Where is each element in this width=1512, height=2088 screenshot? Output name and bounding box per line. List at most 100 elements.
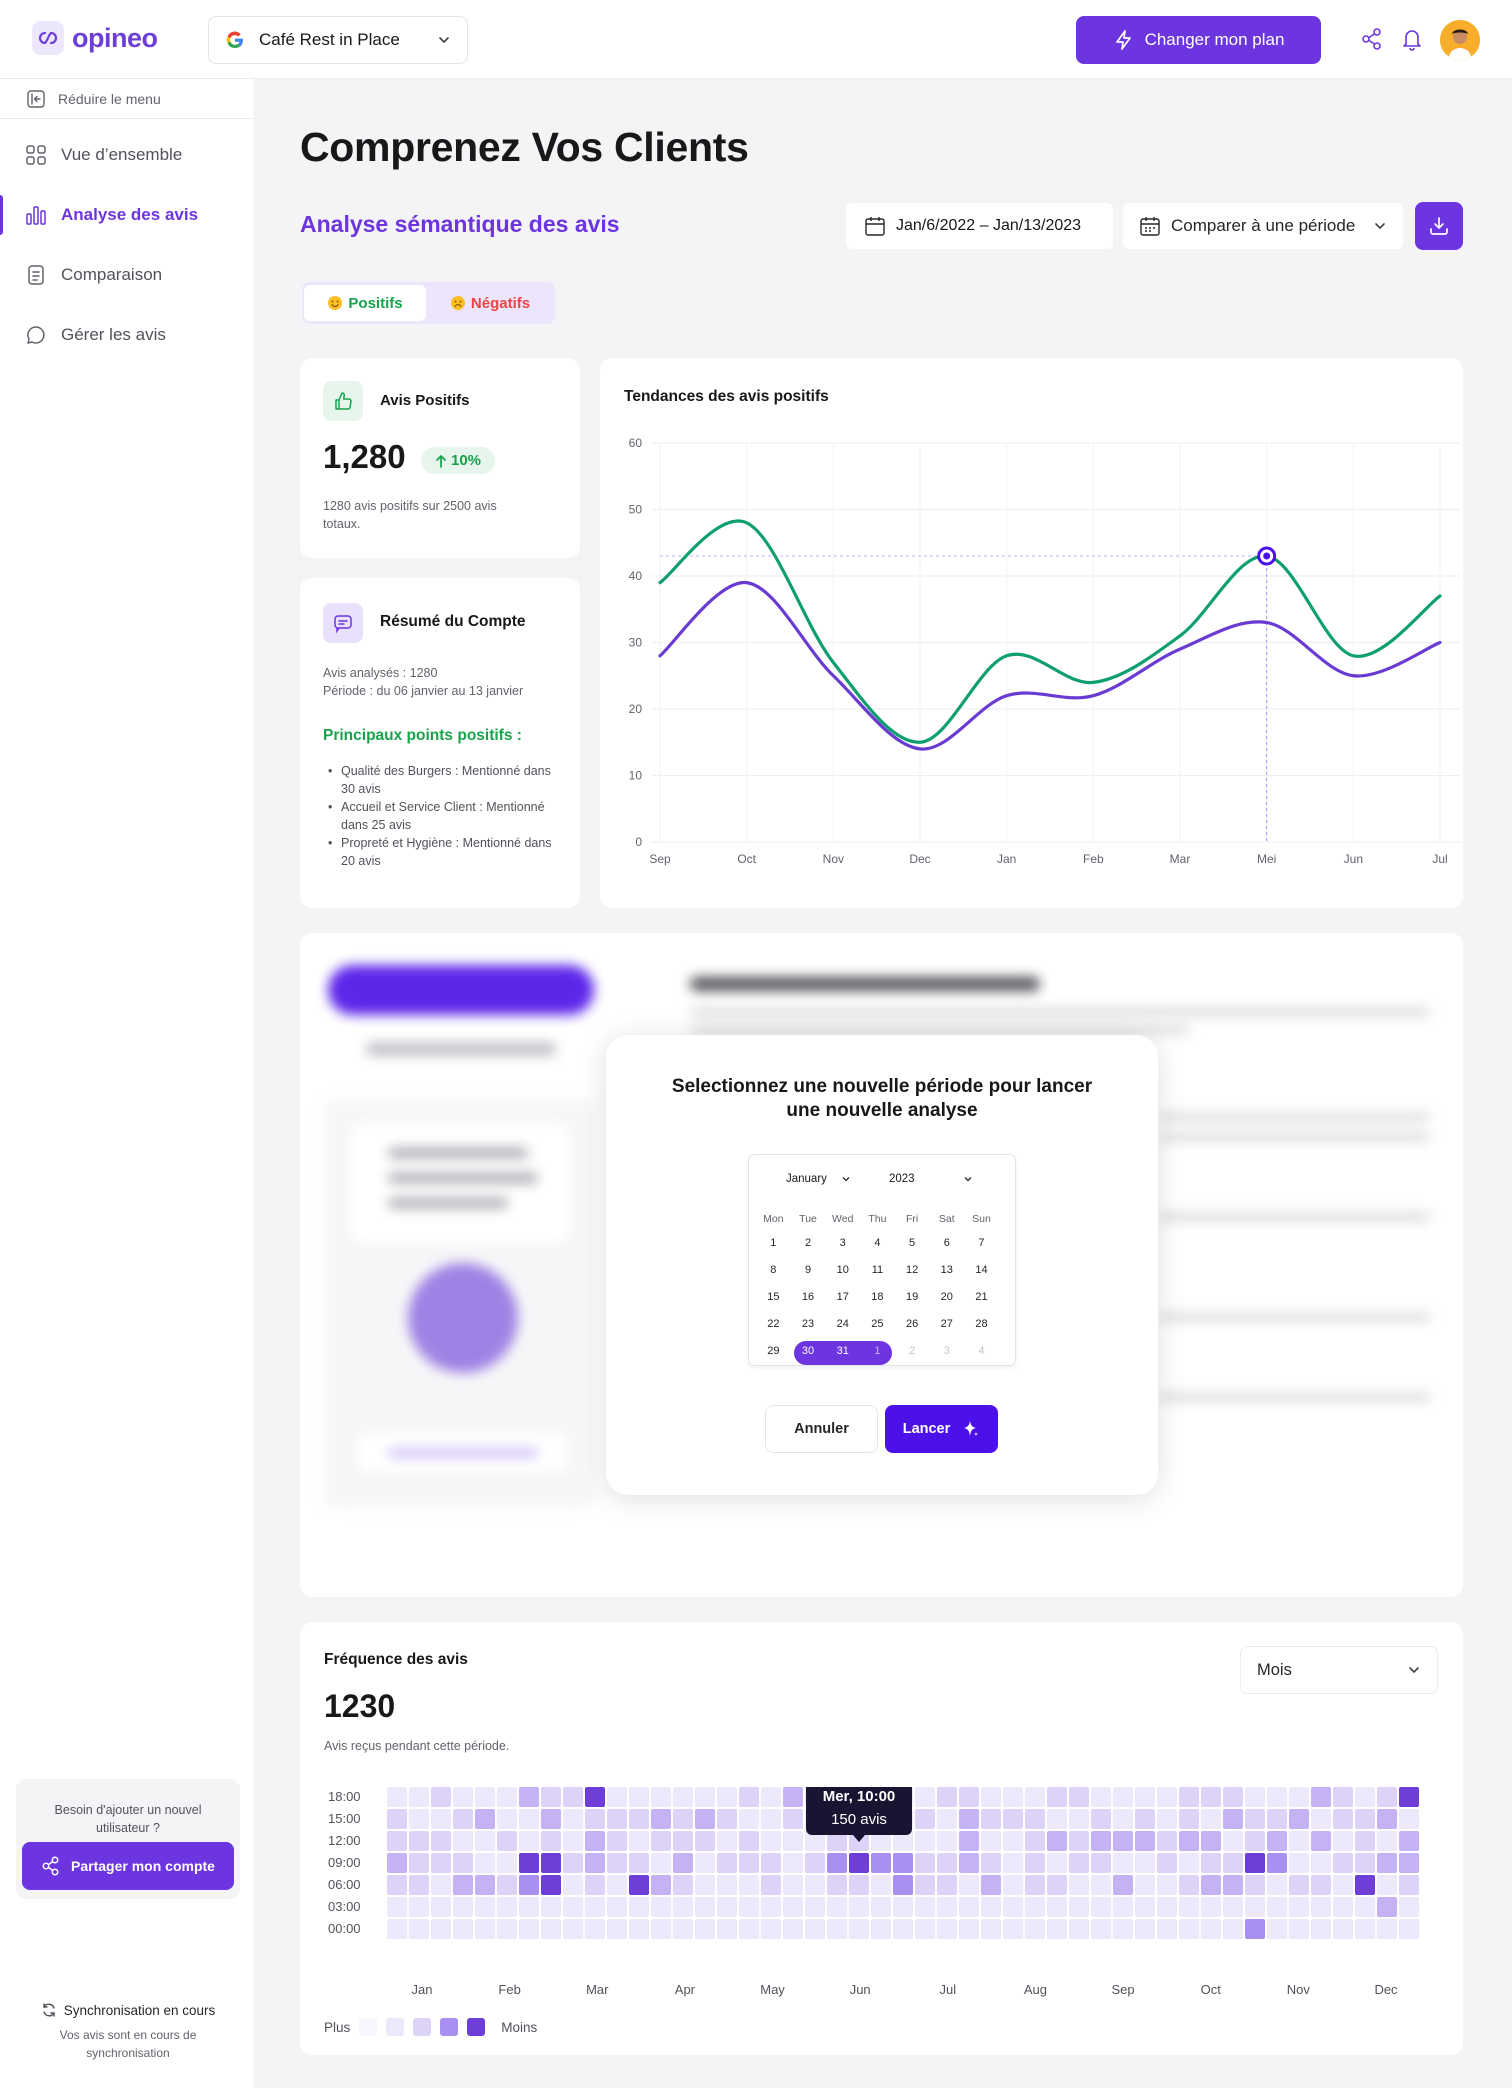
heatmap-cell[interactable] bbox=[1333, 1897, 1353, 1917]
heatmap-cell[interactable] bbox=[1333, 1809, 1353, 1829]
heatmap-cell[interactable] bbox=[1333, 1787, 1353, 1807]
heatmap-cell[interactable] bbox=[1091, 1787, 1111, 1807]
heatmap-cell[interactable] bbox=[1289, 1853, 1309, 1873]
heatmap-cell[interactable] bbox=[1157, 1875, 1177, 1895]
heatmap-cell[interactable] bbox=[717, 1831, 737, 1851]
heatmap-cell[interactable] bbox=[1245, 1919, 1265, 1939]
heatmap-cell[interactable] bbox=[761, 1853, 781, 1873]
heatmap-cell[interactable] bbox=[959, 1809, 979, 1829]
heatmap-cell[interactable] bbox=[717, 1875, 737, 1895]
heatmap-cell[interactable] bbox=[1311, 1787, 1331, 1807]
heatmap-cell[interactable] bbox=[805, 1897, 825, 1917]
heatmap-cell[interactable] bbox=[761, 1787, 781, 1807]
heatmap-cell[interactable] bbox=[1091, 1853, 1111, 1873]
calendar-day[interactable]: 26 bbox=[895, 1318, 930, 1330]
calendar-day[interactable]: 24 bbox=[825, 1318, 860, 1330]
heatmap-cell[interactable] bbox=[1157, 1919, 1177, 1939]
heatmap-cell[interactable] bbox=[893, 1919, 913, 1939]
heatmap-cell[interactable] bbox=[1091, 1919, 1111, 1939]
heatmap-cell[interactable] bbox=[1113, 1875, 1133, 1895]
heatmap-cell[interactable] bbox=[1113, 1919, 1133, 1939]
heatmap-cell[interactable] bbox=[1377, 1853, 1397, 1873]
heatmap-cell[interactable] bbox=[915, 1831, 935, 1851]
heatmap-cell[interactable] bbox=[1311, 1897, 1331, 1917]
heatmap-cell[interactable] bbox=[541, 1831, 561, 1851]
heatmap-cell[interactable] bbox=[893, 1897, 913, 1917]
heatmap-cell[interactable] bbox=[915, 1875, 935, 1895]
heatmap-cell[interactable] bbox=[475, 1809, 495, 1829]
heatmap-cell[interactable] bbox=[387, 1809, 407, 1829]
heatmap-cell[interactable] bbox=[1113, 1831, 1133, 1851]
heatmap-cell[interactable] bbox=[783, 1787, 803, 1807]
heatmap-cell[interactable] bbox=[1047, 1809, 1067, 1829]
heatmap-cell[interactable] bbox=[519, 1853, 539, 1873]
year-select[interactable]: 2023 bbox=[889, 1173, 973, 1185]
heatmap-cell[interactable] bbox=[1267, 1831, 1287, 1851]
calendar-day[interactable]: 15 bbox=[756, 1291, 791, 1303]
heatmap-cell[interactable] bbox=[409, 1809, 429, 1829]
heatmap-cell[interactable] bbox=[387, 1787, 407, 1807]
heatmap-cell[interactable] bbox=[695, 1831, 715, 1851]
heatmap-cell[interactable] bbox=[541, 1919, 561, 1939]
heatmap-cell[interactable] bbox=[1113, 1853, 1133, 1873]
heatmap-cell[interactable] bbox=[981, 1897, 1001, 1917]
heatmap-cell[interactable] bbox=[717, 1787, 737, 1807]
heatmap-cell[interactable] bbox=[1377, 1831, 1397, 1851]
heatmap-cell[interactable] bbox=[1179, 1897, 1199, 1917]
heatmap-cell[interactable] bbox=[937, 1831, 957, 1851]
heatmap-cell[interactable] bbox=[1355, 1897, 1375, 1917]
heatmap-cell[interactable] bbox=[1245, 1809, 1265, 1829]
heatmap-cell[interactable] bbox=[1289, 1787, 1309, 1807]
heatmap-cell[interactable] bbox=[1355, 1875, 1375, 1895]
heatmap-cell[interactable] bbox=[563, 1919, 583, 1939]
heatmap-cell[interactable] bbox=[475, 1897, 495, 1917]
heatmap-cell[interactable] bbox=[1135, 1787, 1155, 1807]
heatmap-cell[interactable] bbox=[607, 1919, 627, 1939]
heatmap-cell[interactable] bbox=[1333, 1853, 1353, 1873]
heatmap-cell[interactable] bbox=[849, 1853, 869, 1873]
heatmap-cell[interactable] bbox=[849, 1897, 869, 1917]
heatmap-cell[interactable] bbox=[1267, 1809, 1287, 1829]
heatmap-cell[interactable] bbox=[871, 1853, 891, 1873]
heatmap-cell[interactable] bbox=[519, 1809, 539, 1829]
heatmap-cell[interactable] bbox=[585, 1853, 605, 1873]
heatmap-cell[interactable] bbox=[1003, 1787, 1023, 1807]
heatmap-cell[interactable] bbox=[497, 1787, 517, 1807]
heatmap-cell[interactable] bbox=[1333, 1919, 1353, 1939]
heatmap-cell[interactable] bbox=[915, 1897, 935, 1917]
heatmap-cell[interactable] bbox=[1003, 1919, 1023, 1939]
heatmap-cell[interactable] bbox=[387, 1919, 407, 1939]
heatmap-cell[interactable] bbox=[849, 1919, 869, 1939]
heatmap-cell[interactable] bbox=[497, 1853, 517, 1873]
heatmap-cell[interactable] bbox=[959, 1831, 979, 1851]
calendar-day[interactable]: 23 bbox=[791, 1318, 826, 1330]
heatmap-cell[interactable] bbox=[1179, 1831, 1199, 1851]
heatmap-cell[interactable] bbox=[1179, 1787, 1199, 1807]
calendar-day[interactable]: 27 bbox=[929, 1318, 964, 1330]
heatmap-cell[interactable] bbox=[497, 1809, 517, 1829]
heatmap-cell[interactable] bbox=[607, 1875, 627, 1895]
heatmap-cell[interactable] bbox=[981, 1853, 1001, 1873]
heatmap-cell[interactable] bbox=[541, 1809, 561, 1829]
heatmap-cell[interactable] bbox=[585, 1831, 605, 1851]
heatmap-cell[interactable] bbox=[541, 1787, 561, 1807]
heatmap-cell[interactable] bbox=[673, 1809, 693, 1829]
heatmap-cell[interactable] bbox=[717, 1897, 737, 1917]
heatmap-cell[interactable] bbox=[1113, 1897, 1133, 1917]
heatmap-cell[interactable] bbox=[1025, 1919, 1045, 1939]
heatmap-cell[interactable] bbox=[1245, 1875, 1265, 1895]
heatmap-cell[interactable] bbox=[1113, 1787, 1133, 1807]
heatmap-cell[interactable] bbox=[695, 1897, 715, 1917]
heatmap-cell[interactable] bbox=[431, 1875, 451, 1895]
heatmap-cell[interactable] bbox=[651, 1897, 671, 1917]
nav-item-review-analysis[interactable]: Analyse des avis bbox=[0, 185, 254, 245]
heatmap-cell[interactable] bbox=[959, 1875, 979, 1895]
heatmap-cell[interactable] bbox=[937, 1875, 957, 1895]
heatmap-cell[interactable] bbox=[1003, 1897, 1023, 1917]
heatmap-cell[interactable] bbox=[915, 1809, 935, 1829]
heatmap-cell[interactable] bbox=[1267, 1875, 1287, 1895]
heatmap-cell[interactable] bbox=[1025, 1831, 1045, 1851]
heatmap-cell[interactable] bbox=[959, 1787, 979, 1807]
heatmap-cell[interactable] bbox=[695, 1919, 715, 1939]
logo[interactable]: opineo bbox=[32, 21, 158, 55]
